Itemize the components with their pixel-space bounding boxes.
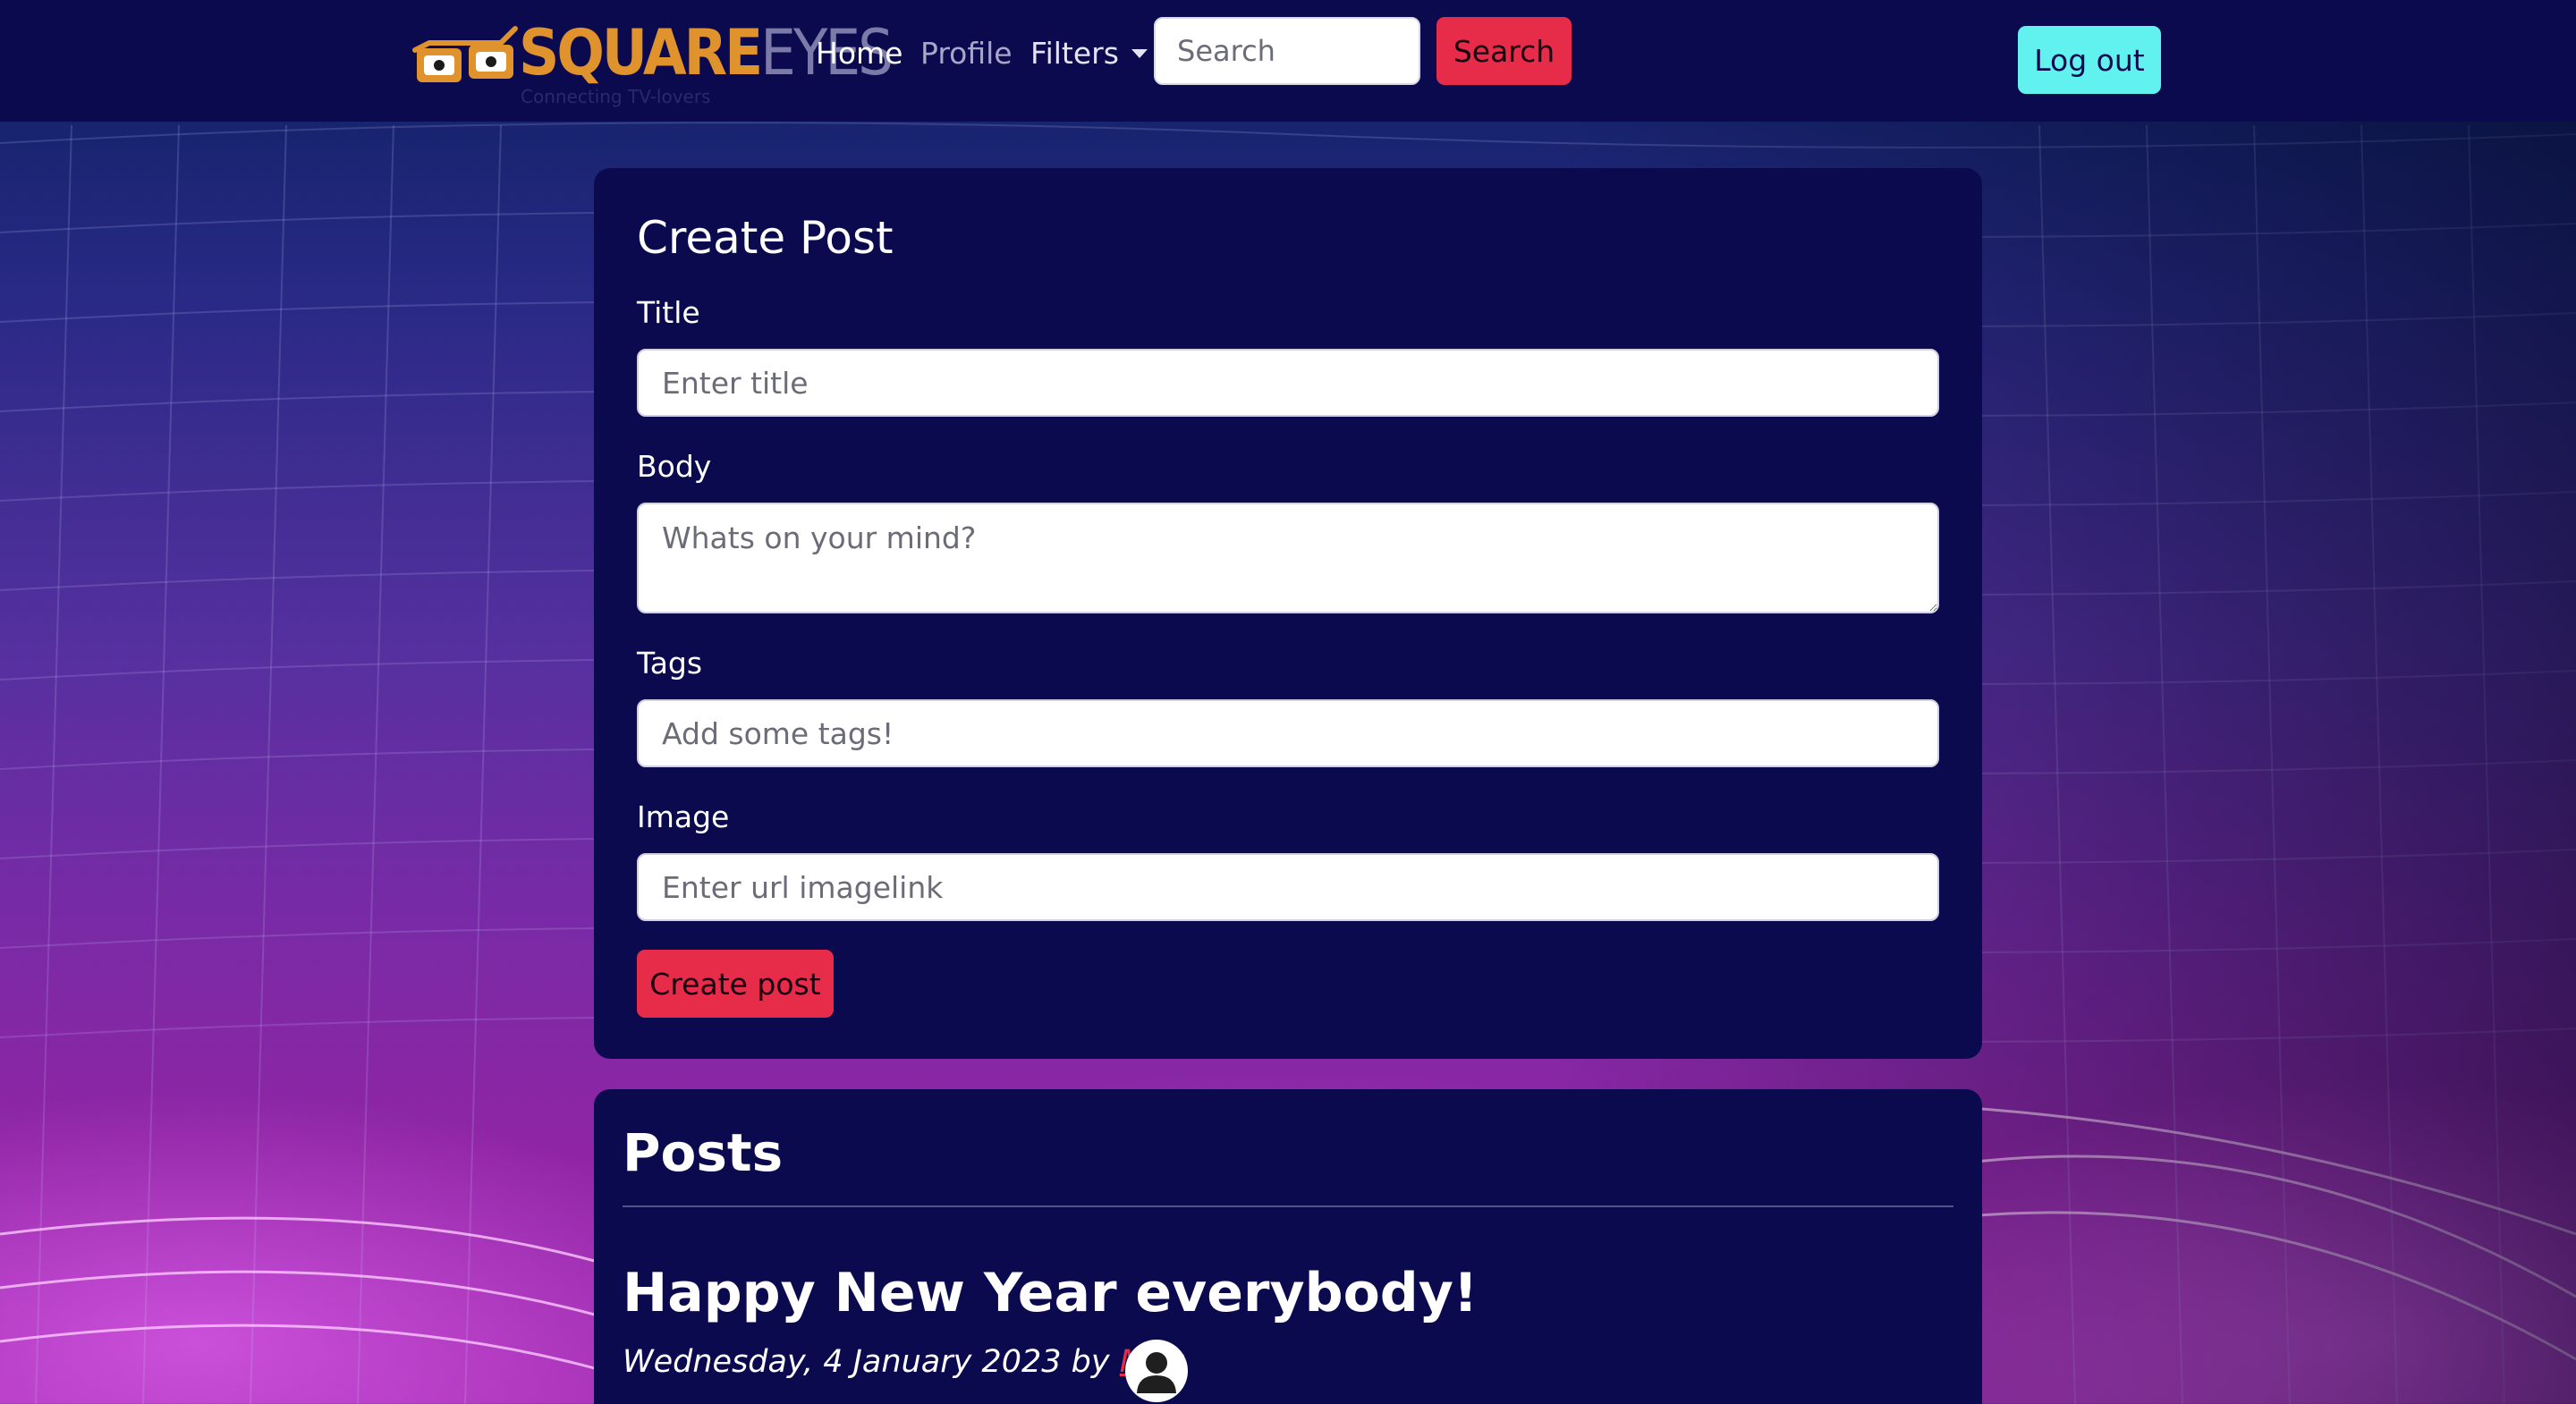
search-input[interactable] (1154, 17, 1420, 85)
title-label: Title (637, 295, 700, 330)
avatar-silhouette (1127, 1341, 1186, 1400)
post-date: Wednesday, 4 January 2023 (623, 1344, 1062, 1380)
nav-filters-dropdown[interactable]: Filters (1030, 36, 1148, 72)
brand-square-text: SQUARE (519, 16, 763, 89)
image-label: Image (637, 799, 730, 834)
brand-logo[interactable]: SQUAREEYES Connecting TV-lovers (411, 16, 894, 107)
brand-tagline: Connecting TV-lovers (521, 86, 711, 107)
posts-card: Posts Happy New Year everybody! Wednesda… (594, 1089, 1982, 1404)
post-title: Happy New Year everybody! (623, 1262, 1479, 1324)
search-button[interactable]: Search (1436, 17, 1572, 85)
body-field[interactable] (637, 503, 1939, 613)
nav-filters-label: Filters (1030, 36, 1119, 71)
posts-heading: Posts (623, 1122, 784, 1183)
nav-home-link[interactable]: Home (816, 36, 902, 72)
glasses-logo-icon (412, 26, 518, 82)
post-meta: Wednesday, 4 January 2023 by May (623, 1341, 1184, 1383)
image-url-field[interactable] (637, 853, 1939, 921)
tags-label: Tags (637, 646, 703, 681)
create-post-button[interactable]: Create post (637, 950, 834, 1018)
top-navbar: SQUAREEYES Connecting TV-lovers Home Pro… (0, 0, 2576, 122)
posts-divider (623, 1205, 1953, 1207)
title-field[interactable] (637, 349, 1939, 417)
user-avatar-icon[interactable] (1125, 1340, 1188, 1402)
nav-profile-link[interactable]: Profile (920, 36, 1013, 72)
body-label: Body (637, 449, 712, 484)
post-by-text: by (1071, 1344, 1110, 1380)
tags-field[interactable] (637, 699, 1939, 767)
logout-button[interactable]: Log out (2018, 26, 2161, 94)
create-post-heading: Create Post (637, 212, 894, 264)
caret-down-icon (1131, 48, 1148, 58)
create-post-card: Create Post Title Body Tags Image Create… (594, 168, 1982, 1059)
